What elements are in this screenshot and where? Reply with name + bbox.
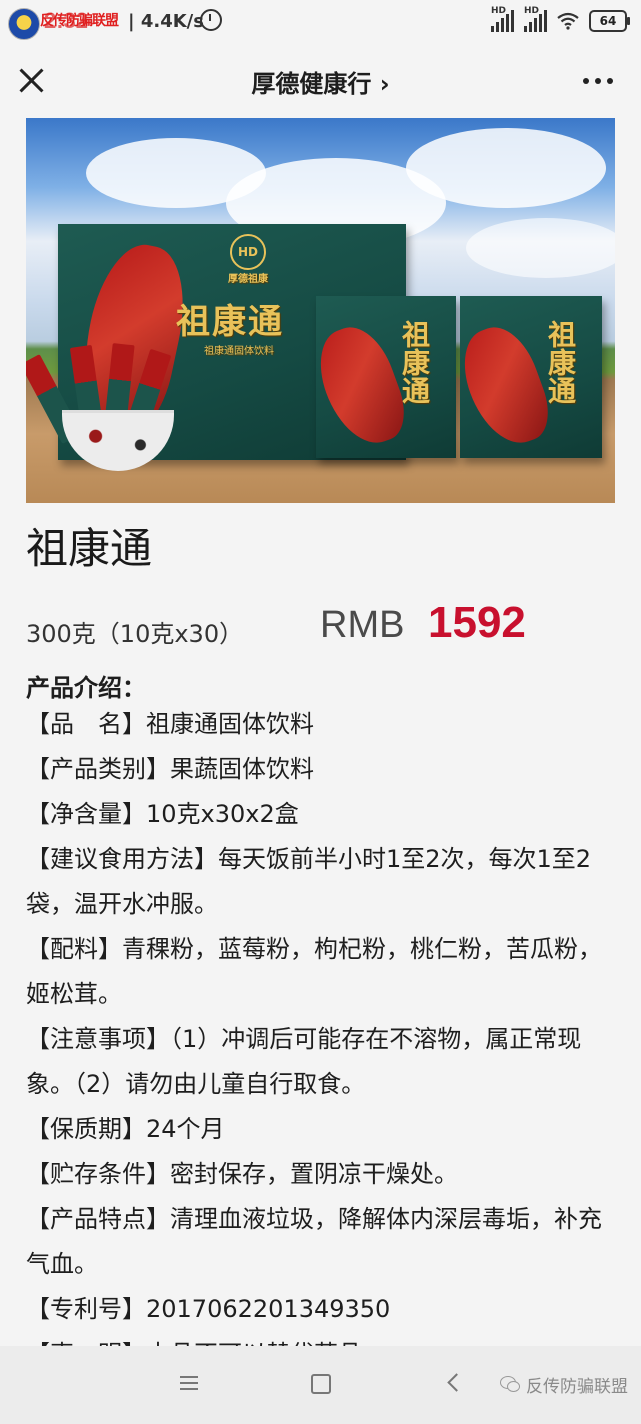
price-currency: RMB xyxy=(320,604,405,646)
battery-level: 64 xyxy=(599,14,617,28)
intro-heading: 产品介绍： xyxy=(26,674,146,702)
nav-bar: 厚德健康行 › xyxy=(0,50,641,112)
small-box-2: 祖康通 xyxy=(451,296,602,458)
brand-logo: HD xyxy=(230,234,266,270)
battery-icon: 64 xyxy=(589,10,630,32)
small-box-title-1: 祖康通 xyxy=(398,320,431,404)
product-spec: 300克（10克x30） xyxy=(26,620,244,648)
page: 2:32 反传防骗联盟 | 4.4K/s HD HD 64 厚德健康行 › HD… xyxy=(0,0,641,1424)
status-indicators: HD HD 64 xyxy=(491,6,630,32)
alarm-icon xyxy=(200,9,222,31)
back-icon[interactable] xyxy=(447,1373,466,1392)
detail-product-name: 【品 名】祖康通固体饮料 xyxy=(26,710,314,738)
home-icon[interactable] xyxy=(311,1374,331,1394)
small-box-title-2: 祖康通 xyxy=(544,320,577,404)
detail-patent: 【专利号】2017062201349350 xyxy=(26,1295,391,1323)
detail-shelf-life: 【保质期】24个月 xyxy=(26,1115,225,1143)
wifi-icon xyxy=(557,12,579,30)
status-bar: 2:32 反传防骗联盟 | 4.4K/s HD HD 64 xyxy=(0,0,641,46)
detail-ingredients: 【配料】青稞粉，蓝莓粉，枸杞粉，桃仁粉，苦瓜粉，姬松茸。 xyxy=(26,935,602,1008)
app-avatar-icon xyxy=(8,8,40,40)
detail-category: 【产品类别】果蔬固体饮料 xyxy=(26,755,314,783)
small-box-1: 祖康通 xyxy=(307,296,456,458)
product-details: 【品 名】祖康通固体饮料 【产品类别】果蔬固体饮料 【净含量】10克x30x2盒… xyxy=(26,702,618,1377)
price-row: 300克（10克x30） RMB 1592 xyxy=(26,598,626,650)
status-watermark: 反传防骗联盟 xyxy=(40,13,119,29)
detail-precautions: 【注意事项】（1）冲调后可能存在不溶物，属正常现象。（2）请勿由儿童自行取食。 xyxy=(26,1025,582,1098)
signal-hd-label-2: HD xyxy=(524,6,540,16)
system-nav-bar: 反传防骗联盟 xyxy=(0,1346,641,1424)
signal-icon-2: HD xyxy=(524,6,547,32)
product-name: 祖康通 xyxy=(26,524,153,573)
signal-hd-label: HD xyxy=(491,6,507,16)
menu-icon[interactable] xyxy=(180,1376,198,1390)
wechat-icon xyxy=(500,1376,520,1392)
detail-storage: 【贮存条件】密封保存，置阴凉干燥处。 xyxy=(26,1160,458,1188)
network-speed: | 4.4K/s xyxy=(128,11,204,32)
more-options-icon[interactable] xyxy=(583,78,613,84)
box-product-title: 祖康通 xyxy=(176,302,284,342)
bowl-image xyxy=(62,410,174,471)
price-value: 1592 xyxy=(428,598,526,647)
box-product-subtitle: 祖康通固体饮料 xyxy=(204,346,274,357)
page-title[interactable]: 厚德健康行 › xyxy=(0,64,641,99)
signal-icon: HD xyxy=(491,6,514,32)
product-image: HD 厚德祖康 祖康通 祖康通固体饮料 祖康通 祖康通 xyxy=(26,118,615,503)
box-brand-text: 厚德祖康 xyxy=(228,274,268,285)
detail-net-weight: 【净含量】10克x30x2盒 xyxy=(26,800,299,828)
bottom-watermark: 反传防骗联盟 xyxy=(526,1377,628,1397)
detail-usage: 【建议食用方法】每天饭前半小时1至2次，每次1至2袋，温开水冲服。 xyxy=(26,845,592,918)
detail-features: 【产品特点】清理血液垃圾，降解体内深层毒垢，补充气血。 xyxy=(26,1205,602,1278)
